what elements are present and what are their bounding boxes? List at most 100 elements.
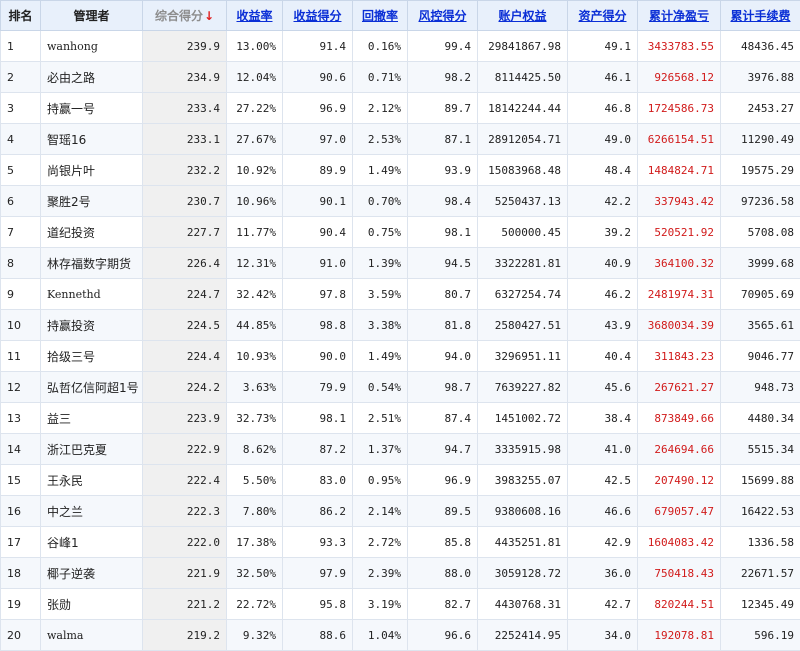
cell-drawdown: 2.12% [353,93,408,124]
cell-composite-score: 233.4 [143,93,227,124]
cell-net-profit: 3433783.55 [638,31,721,62]
cell-rank: 6 [1,186,41,217]
sort-link-fees[interactable]: 累计手续费 [730,9,790,23]
sort-link-risk-score[interactable]: 风控得分 [418,9,466,23]
cell-asset-score: 42.7 [568,589,638,620]
cell-rank: 19 [1,589,41,620]
cell-manager: 必由之路 [41,62,143,93]
cell-asset-score: 49.0 [568,124,638,155]
cell-manager: 椰子逆袭 [41,558,143,589]
cell-manager: 持赢一号 [41,93,143,124]
cell-equity: 3322281.81 [478,248,568,279]
table-row: 7道纪投资227.711.77%90.40.75%98.1500000.4539… [1,217,800,248]
sort-desc-arrow-icon[interactable]: ↓ [204,9,214,23]
cell-return-rate: 32.42% [227,279,283,310]
cell-net-profit: 6266154.51 [638,124,721,155]
table-row: 3持赢一号233.427.22%96.92.12%89.718142244.44… [1,93,800,124]
cell-composite-score: 221.9 [143,558,227,589]
table-row: 15王永民222.45.50%83.00.95%96.93983255.0742… [1,465,800,496]
col-header-net-profit[interactable]: 累计净盈亏 [638,1,721,31]
col-header-rank-label: 排名 [8,9,32,23]
cell-drawdown: 2.53% [353,124,408,155]
cell-risk-score: 94.7 [408,434,478,465]
cell-return-score: 90.1 [283,186,353,217]
col-header-composite-score[interactable]: 综合得分↓ [143,1,227,31]
cell-return-rate: 17.38% [227,527,283,558]
cell-risk-score: 98.2 [408,62,478,93]
cell-return-score: 90.4 [283,217,353,248]
cell-return-score: 91.4 [283,31,353,62]
cell-composite-score: 222.0 [143,527,227,558]
cell-net-profit: 520521.92 [638,217,721,248]
cell-rank: 13 [1,403,41,434]
col-header-asset-score[interactable]: 资产得分 [568,1,638,31]
cell-fees: 948.73 [721,372,800,403]
col-header-risk-score[interactable]: 风控得分 [408,1,478,31]
cell-fees: 16422.53 [721,496,800,527]
cell-composite-score: 222.9 [143,434,227,465]
cell-return-rate: 10.92% [227,155,283,186]
col-header-drawdown[interactable]: 回撤率 [353,1,408,31]
table-row: 14浙江巴克夏222.98.62%87.21.37%94.73335915.98… [1,434,800,465]
cell-equity: 18142244.44 [478,93,568,124]
cell-manager: 弘哲亿信阿超1号 [41,372,143,403]
col-header-equity[interactable]: 账户权益 [478,1,568,31]
sort-link-asset-score[interactable]: 资产得分 [578,9,626,23]
cell-asset-score: 45.6 [568,372,638,403]
sort-link-net-profit[interactable]: 累计净盈亏 [649,9,709,23]
col-header-return-score[interactable]: 收益得分 [283,1,353,31]
sort-link-equity[interactable]: 账户权益 [498,9,546,23]
cell-return-score: 96.9 [283,93,353,124]
cell-composite-score: 239.9 [143,31,227,62]
cell-return-rate: 8.62% [227,434,283,465]
cell-fees: 22671.57 [721,558,800,589]
cell-composite-score: 233.1 [143,124,227,155]
cell-asset-score: 46.8 [568,93,638,124]
cell-risk-score: 98.4 [408,186,478,217]
cell-net-profit: 337943.42 [638,186,721,217]
cell-return-rate: 3.63% [227,372,283,403]
col-header-composite-score-label[interactable]: 综合得分 [155,9,203,23]
cell-risk-score: 98.7 [408,372,478,403]
cell-return-rate: 27.67% [227,124,283,155]
cell-equity: 2580427.51 [478,310,568,341]
sort-link-return-rate[interactable]: 收益率 [236,9,272,23]
cell-equity: 9380608.16 [478,496,568,527]
cell-return-rate: 7.80% [227,496,283,527]
cell-net-profit: 311843.23 [638,341,721,372]
cell-asset-score: 39.2 [568,217,638,248]
cell-manager: 中之兰 [41,496,143,527]
cell-equity: 4435251.81 [478,527,568,558]
cell-manager: walma [41,620,143,651]
cell-equity: 1451002.72 [478,403,568,434]
sort-link-return-score[interactable]: 收益得分 [293,9,341,23]
cell-risk-score: 89.7 [408,93,478,124]
cell-rank: 15 [1,465,41,496]
cell-composite-score: 224.4 [143,341,227,372]
table-row: 6聚胜2号230.710.96%90.10.70%98.45250437.134… [1,186,800,217]
cell-drawdown: 2.72% [353,527,408,558]
cell-manager: 尚银片叶 [41,155,143,186]
table-row: 20walma219.29.32%88.61.04%96.62252414.95… [1,620,800,651]
cell-risk-score: 82.7 [408,589,478,620]
cell-rank: 20 [1,620,41,651]
cell-return-rate: 5.50% [227,465,283,496]
cell-fees: 1336.58 [721,527,800,558]
cell-net-profit: 750418.43 [638,558,721,589]
cell-composite-score: 226.4 [143,248,227,279]
cell-net-profit: 364100.32 [638,248,721,279]
cell-net-profit: 267621.27 [638,372,721,403]
cell-return-rate: 10.93% [227,341,283,372]
cell-fees: 3976.88 [721,62,800,93]
cell-equity: 29841867.98 [478,31,568,62]
header-row: 排名 管理者 综合得分↓ 收益率 收益得分 回撤率 风控得分 账户权益 资产得分… [1,1,800,31]
sort-link-drawdown[interactable]: 回撤率 [362,9,398,23]
table-row: 9Kennethd224.732.42%97.83.59%80.76327254… [1,279,800,310]
cell-net-profit: 1724586.73 [638,93,721,124]
cell-return-score: 95.8 [283,589,353,620]
col-header-fees[interactable]: 累计手续费 [721,1,800,31]
cell-return-score: 98.1 [283,403,353,434]
col-header-return-rate[interactable]: 收益率 [227,1,283,31]
cell-equity: 4430768.31 [478,589,568,620]
cell-net-profit: 873849.66 [638,403,721,434]
